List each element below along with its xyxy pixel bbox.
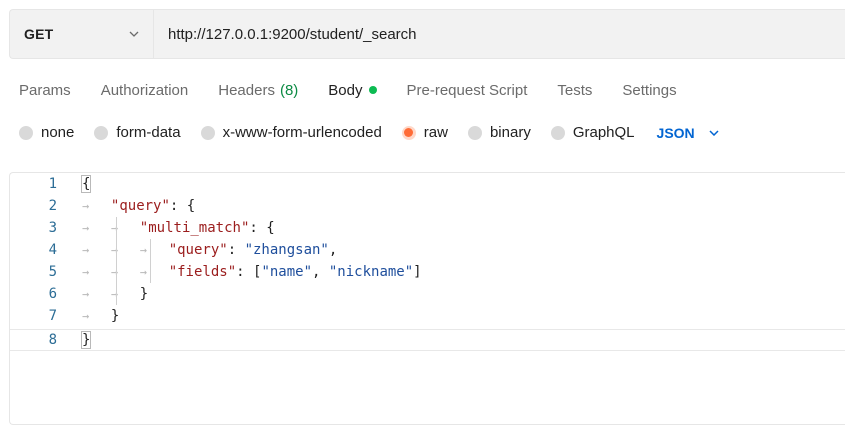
format-dropdown[interactable]: JSON <box>657 125 719 141</box>
editor-line: 7 → } <box>10 305 845 327</box>
json-string: "name" <box>261 264 313 280</box>
chevron-down-icon <box>129 31 139 37</box>
editor-line: 4 → → → "query": "zhangsan", <box>10 239 845 261</box>
radio-checked-icon <box>401 125 416 140</box>
radio-circle-icon <box>550 125 565 140</box>
tab-label: Params <box>19 81 71 99</box>
tab-body[interactable]: Body <box>328 80 377 100</box>
code-text: { <box>80 173 92 195</box>
tab-label: Headers <box>218 81 275 99</box>
line-number: 7 <box>48 308 57 324</box>
json-string: "zhangsan" <box>244 242 329 258</box>
tab-tests[interactable]: Tests <box>557 80 592 100</box>
radio-raw[interactable]: raw <box>401 124 448 141</box>
editor-line-current: 8 } <box>10 329 845 351</box>
code-editor[interactable]: 1 { 2 → "query": { 3 → → "multi_match": … <box>9 172 845 425</box>
brace: { <box>80 175 92 193</box>
json-key: "multi_match" <box>139 220 250 236</box>
tab-authorization[interactable]: Authorization <box>101 80 189 100</box>
editor-line: 2 → "query": { <box>10 195 845 217</box>
indent-arrow-icon: → → <box>82 221 140 235</box>
json-punct: : [ <box>236 264 262 280</box>
editor-line: 6 → → } <box>10 283 845 305</box>
line-number: 3 <box>48 220 57 236</box>
line-number: 2 <box>48 198 57 214</box>
brace: } <box>80 331 92 349</box>
json-punct: , <box>312 264 329 280</box>
tab-pre-request-script[interactable]: Pre-request Script <box>407 80 528 100</box>
radio-none[interactable]: none <box>19 124 74 141</box>
code-text: → } <box>82 305 119 327</box>
editor-line: 1 { <box>10 173 845 195</box>
code-text: → → → "fields": ["name", "nickname"] <box>82 261 422 283</box>
radio-circle-icon <box>19 125 33 140</box>
headers-count: (8) <box>279 81 299 99</box>
radio-label: GraphQL <box>572 124 635 141</box>
line-number: 8 <box>48 332 57 348</box>
code-text: → → → "query": "zhangsan", <box>82 239 337 261</box>
radio-label: form-data <box>116 124 181 141</box>
tab-params[interactable]: Params <box>19 80 71 100</box>
editor-line: 3 → → "multi_match": { <box>10 217 845 239</box>
json-string: "nickname" <box>328 264 414 280</box>
line-number: 5 <box>48 264 57 280</box>
radio-binary[interactable]: binary <box>467 124 531 141</box>
json-punct: , <box>328 242 338 258</box>
indent-arrow-icon: → → <box>82 287 140 301</box>
tab-label: Settings <box>622 81 677 99</box>
method-label: GET <box>24 26 54 42</box>
indent-arrow-icon: → → → <box>82 265 169 279</box>
tab-label: Tests <box>557 81 593 99</box>
tab-settings[interactable]: Settings <box>622 80 676 100</box>
tab-label: Body <box>328 81 363 99</box>
radio-circle-icon <box>94 125 109 140</box>
json-punct: : <box>227 242 245 258</box>
radio-circle-icon <box>467 125 482 140</box>
radio-circle-icon <box>200 125 215 140</box>
indent-arrow-icon: → <box>82 199 111 213</box>
code-text: → "query": { <box>82 195 195 217</box>
url-input[interactable]: http://127.0.0.1:9200/student/_search <box>154 10 845 58</box>
indent-guide <box>116 217 117 305</box>
json-key: "query" <box>168 242 228 258</box>
line-number: 1 <box>48 176 57 192</box>
radio-x-www-form-urlencoded[interactable]: x-www-form-urlencoded <box>200 124 382 141</box>
tab-headers[interactable]: Headers (8) <box>218 80 298 100</box>
json-key: "query" <box>110 198 170 214</box>
brace: } <box>110 308 120 324</box>
radio-form-data[interactable]: form-data <box>94 124 181 141</box>
body-status-dot-icon <box>368 86 377 94</box>
indent-guide <box>150 239 151 283</box>
radio-label: binary <box>489 124 531 141</box>
format-label: JSON <box>656 124 695 141</box>
editor-line: 5 → → → "fields": ["name", "nickname"] <box>10 261 845 283</box>
code-text: } <box>80 329 92 351</box>
chevron-down-icon <box>709 129 719 136</box>
tab-label: Pre-request Script <box>406 81 528 99</box>
indent-arrow-icon: → <box>82 309 111 323</box>
json-key: "fields" <box>168 264 237 280</box>
request-bar: GET http://127.0.0.1:9200/student/_searc… <box>9 9 845 59</box>
indent-arrow-icon: → → → <box>82 243 169 257</box>
json-punct: ] <box>413 264 422 280</box>
brace: } <box>139 286 149 302</box>
tab-label: Authorization <box>100 81 189 99</box>
radio-label: raw <box>423 124 448 141</box>
radio-graphql[interactable]: GraphQL <box>550 124 635 141</box>
code-text: → → "multi_match": { <box>82 217 275 239</box>
method-select[interactable]: GET <box>10 10 154 58</box>
radio-label: none <box>41 124 75 141</box>
json-punct: : { <box>169 198 196 214</box>
request-tabs: Params Authorization Headers (8) Body Pre… <box>19 80 707 100</box>
body-type-options: none form-data x-www-form-urlencoded raw… <box>19 124 719 141</box>
json-punct: : { <box>249 220 275 236</box>
line-number: 4 <box>48 242 57 258</box>
radio-label: x-www-form-urlencoded <box>222 124 382 141</box>
line-number: 6 <box>48 286 57 302</box>
